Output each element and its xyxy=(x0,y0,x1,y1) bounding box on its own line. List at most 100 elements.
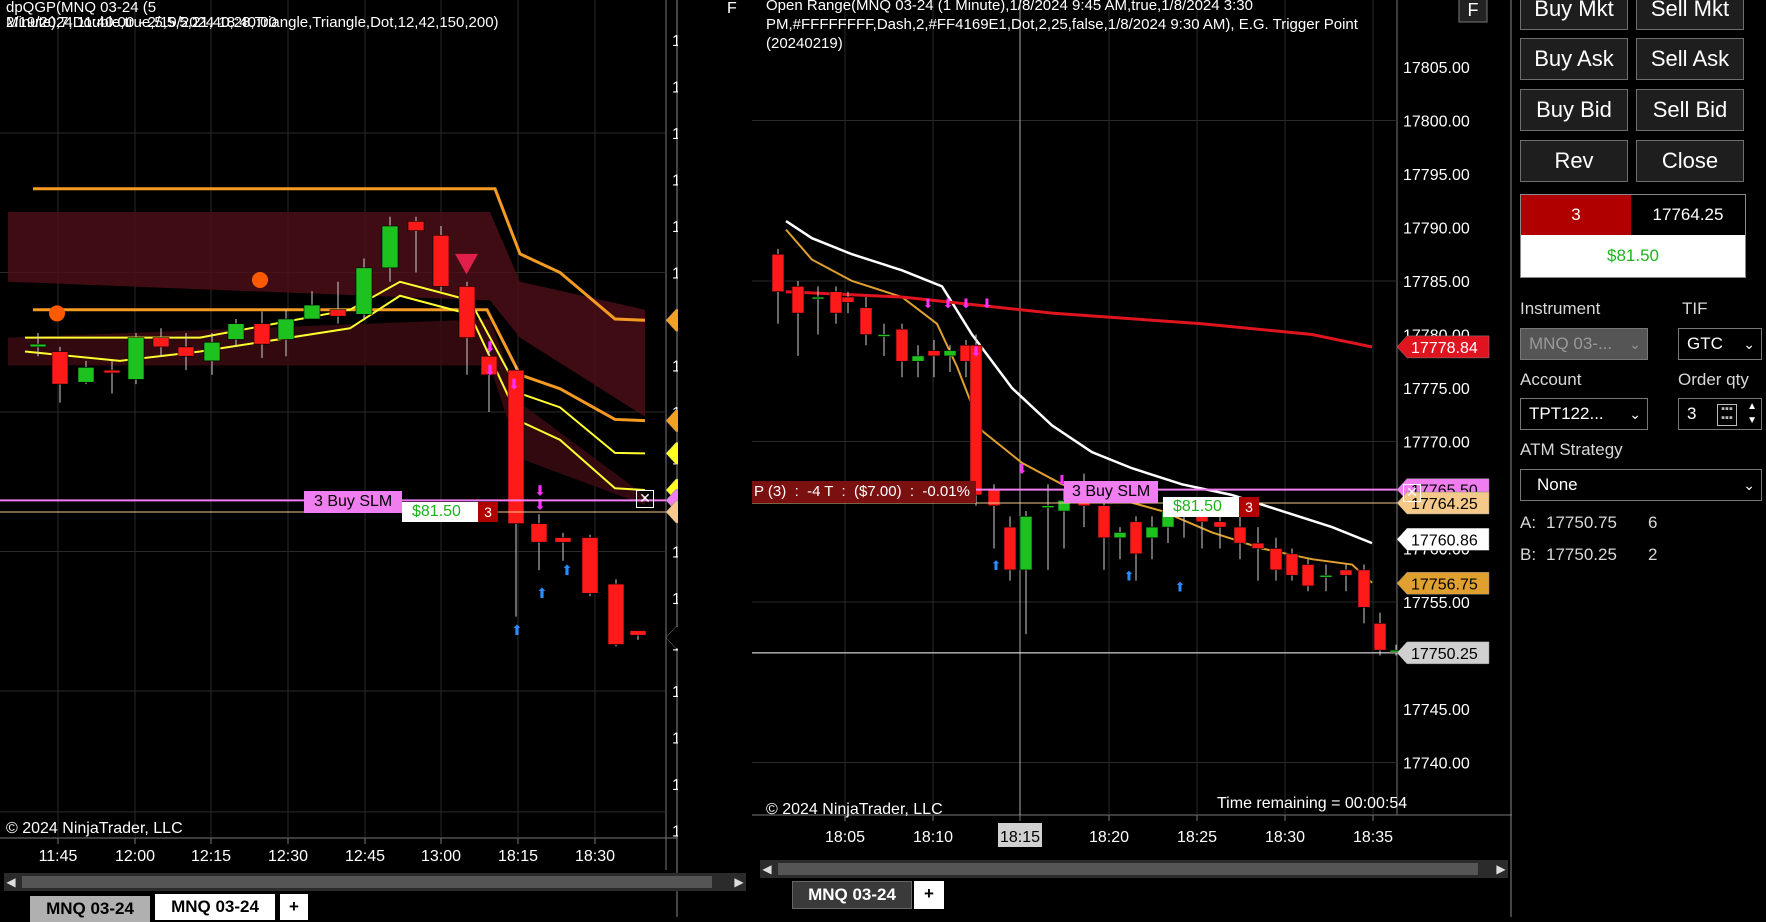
right-candle-down xyxy=(1129,521,1143,555)
right-price-tag-label: 17760.86 xyxy=(1411,532,1478,549)
instrument-select[interactable]: MNQ 03-... ⌄ xyxy=(1520,328,1648,360)
sell-ask-button[interactable]: Sell Ask xyxy=(1636,38,1744,80)
right-scroll-right-icon[interactable]: ▶ xyxy=(1494,859,1508,879)
left-candle-down xyxy=(152,337,170,348)
right-y-tick-label: 17785.00 xyxy=(1403,274,1470,291)
left-signal-dot xyxy=(49,305,65,322)
right-down-arrow-icon: ⬇ xyxy=(923,297,934,312)
left-candle-up xyxy=(355,267,373,315)
left-y-tick-label: 17795.00 xyxy=(672,219,678,236)
left-candle-down xyxy=(581,537,599,594)
left-scroll-thumb[interactable] xyxy=(22,876,712,888)
right-candle-up xyxy=(877,334,891,337)
right-up-arrow-icon: ⬆ xyxy=(1124,570,1135,585)
right-candle-down xyxy=(1301,564,1315,587)
unrealized-pnl: $81.50 xyxy=(1521,235,1745,277)
left-chart-panel[interactable]: ⬇⬇⬇⬇⬇⬆⬆⬆17815.0017810.0017805.0017800.00… xyxy=(0,0,746,922)
right-down-arrow-icon: ⬇ xyxy=(1017,463,1028,478)
calculator-icon[interactable]: ▪▪▪ ▪▪▪ xyxy=(1717,404,1737,426)
right-candle-up xyxy=(1041,505,1055,509)
right-bg xyxy=(752,0,1512,917)
right-tab-1[interactable]: MNQ 03-24 xyxy=(792,881,912,909)
sell-bid-button[interactable]: Sell Bid xyxy=(1636,89,1744,131)
right-x-tick-label: 18:25 xyxy=(1177,829,1217,846)
time-remaining: Time remaining = 00:00:54 xyxy=(1217,795,1408,812)
left-add-tab-button[interactable]: + xyxy=(280,894,308,920)
right-x-tick-label: 18:10 xyxy=(913,829,953,846)
left-tab-1[interactable]: MNQ 03-24 xyxy=(30,896,150,922)
left-y-tick-label: 17735.00 xyxy=(672,777,678,794)
right-x-tick-label: 18:35 xyxy=(1353,829,1393,846)
right-candle-up xyxy=(1113,532,1127,539)
left-down-arrow-icon: ⬇ xyxy=(484,363,496,379)
right-close-order-icon[interactable]: ✕ xyxy=(1403,484,1421,502)
left-y-tick-label: 17745.00 xyxy=(672,684,678,701)
right-price-tag-label: 17750.25 xyxy=(1411,646,1478,663)
order-qty-stepper[interactable]: 3 ▪▪▪ ▪▪▪ ▲ ▼ xyxy=(1678,398,1762,430)
close-position-button[interactable]: Close xyxy=(1636,140,1744,182)
left-y-tick-label: 17760.00 xyxy=(672,545,678,562)
right-candle-down xyxy=(1233,526,1247,544)
right-add-tab-button[interactable]: + xyxy=(914,881,944,909)
left-down-arrow-icon: ⬇ xyxy=(484,340,496,356)
left-close-order-icon[interactable]: ✕ xyxy=(636,490,654,508)
ask-row: A: 17750.75 6 xyxy=(1520,513,1750,533)
right-price-chart[interactable]: ⬇ ⬇ ⬇ ⬇⬇⬇⬇⬆⬆⬆17805.0017800.0017795.0017790.… xyxy=(752,0,1512,917)
left-scroll-right-icon[interactable]: ▶ xyxy=(732,872,746,892)
left-tab-2[interactable]: MNQ 03-24 xyxy=(155,894,275,920)
ask-price: 17750.75 xyxy=(1546,513,1617,532)
tif-label: TIF xyxy=(1682,299,1708,318)
left-pnl-box[interactable]: $81.50 3 xyxy=(402,502,498,522)
right-candle-down xyxy=(771,253,785,293)
right-indicator-line1: Open Range(MNQ 03-24 (1 Minute),1/8/2024… xyxy=(766,0,1253,14)
left-horizontal-scrollbar[interactable]: ◀ ▶ xyxy=(4,873,746,891)
left-candle-up xyxy=(277,318,295,340)
right-horizontal-scrollbar[interactable]: ◀ ▶ xyxy=(760,860,1508,878)
buy-bid-button[interactable]: Buy Bid xyxy=(1520,89,1628,131)
instrument-label: Instrument xyxy=(1520,299,1601,318)
sell-market-button[interactable]: Sell Mkt xyxy=(1636,0,1744,30)
right-candle-down xyxy=(895,328,909,362)
left-candle-down xyxy=(253,323,271,345)
right-pnl-box[interactable]: $81.50 3 xyxy=(1163,497,1259,517)
left-candle-up xyxy=(203,341,221,362)
account-select[interactable]: TPT122... ⌄ xyxy=(1520,398,1648,430)
right-candle-up xyxy=(943,350,957,357)
right-up-arrow-icon: ⬆ xyxy=(991,559,1002,574)
atm-strategy-label: ATM Strategy xyxy=(1520,440,1623,459)
right-scroll-thumb[interactable] xyxy=(778,863,1478,875)
bid-price: 17750.25 xyxy=(1546,545,1617,564)
right-candle-down xyxy=(1097,505,1111,539)
left-f-button[interactable]: F xyxy=(727,0,737,18)
stepper-arrows-icon[interactable]: ▲ ▼ xyxy=(1747,400,1757,428)
left-price-chart[interactable]: ⬇⬇⬇⬇⬇⬆⬆⬆17815.0017810.0017805.0017800.00… xyxy=(0,0,678,917)
buy-market-button[interactable]: Buy Mkt xyxy=(1520,0,1628,30)
right-y-tick-label: 17745.00 xyxy=(1403,702,1470,719)
left-order-label[interactable]: 3 Buy SLM xyxy=(304,491,403,513)
reverse-button[interactable]: Rev xyxy=(1520,140,1628,182)
left-x-tick-label: 12:45 xyxy=(345,848,385,865)
left-y-tick-label: 17780.00 xyxy=(672,359,678,376)
left-scroll-left-icon[interactable]: ◀ xyxy=(4,872,18,892)
left-candle-down xyxy=(329,309,347,317)
right-chart-panel[interactable]: ⬇ ⬇ ⬇ ⬇ ⬇ ⬇ ⬇ ⬆ ⬆ ⬆ 17805.00 17800.00 17795.00 17790.… xyxy=(752,0,1512,917)
right-candle-down xyxy=(841,296,855,303)
right-indicator-line3: (20240219) xyxy=(766,35,843,52)
tif-select[interactable]: GTC ⌄ xyxy=(1678,328,1762,360)
right-candle-up xyxy=(1145,526,1159,539)
position-bar[interactable]: P (3) : -4 T : ($7.00) : -0.01% xyxy=(752,481,976,503)
right-y-tick-label: 17790.00 xyxy=(1403,221,1470,238)
buy-ask-button[interactable]: Buy Ask xyxy=(1520,38,1628,80)
right-f-button-label: F xyxy=(1468,0,1479,20)
left-y-tick-label: 17755.00 xyxy=(672,591,678,608)
right-down-arrow-icon: ⬇ xyxy=(982,297,993,312)
bid-label: B: xyxy=(1520,545,1537,564)
atm-strategy-select[interactable]: None ⌄ xyxy=(1520,469,1762,501)
right-x-tick-label: 18:30 xyxy=(1265,829,1305,846)
right-order-label[interactable]: 3 Buy SLM xyxy=(1064,481,1159,503)
right-x-tick-label: 18:05 xyxy=(825,829,865,846)
left-copyright: © 2024 NinjaTrader, LLC xyxy=(6,820,183,837)
right-candle-up xyxy=(811,296,825,300)
right-scroll-left-icon[interactable]: ◀ xyxy=(760,859,774,879)
right-candle-down xyxy=(829,291,843,314)
